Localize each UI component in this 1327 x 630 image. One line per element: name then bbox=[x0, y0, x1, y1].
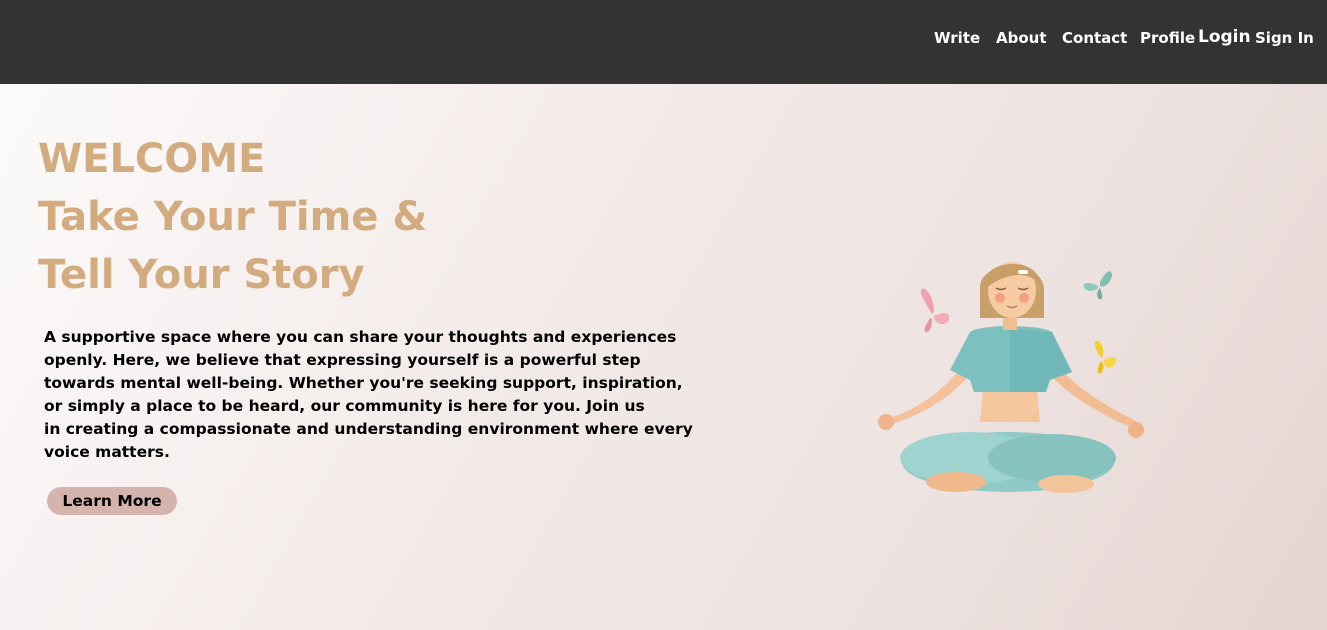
butterfly-green-icon bbox=[1083, 271, 1112, 300]
top-navbar: Write About Contact Profile Login Sign I… bbox=[0, 0, 1327, 84]
nav-link-sign-in[interactable]: Sign In bbox=[1255, 29, 1314, 47]
meditating-woman-illustration bbox=[878, 262, 1144, 493]
hero-description-line: towards mental well-being. Whether you'r… bbox=[44, 374, 683, 392]
nav-links: Write About Contact Profile Login Sign I… bbox=[0, 0, 1327, 76]
hero-description-line: in creating a compassionate and understa… bbox=[44, 420, 693, 438]
hero-headline-line-2: Take Your Time & bbox=[38, 194, 428, 240]
nav-link-write[interactable]: Write bbox=[934, 29, 980, 47]
hero-headline-welcome: WELCOME bbox=[38, 136, 266, 182]
hero-description-line: or simply a place to be heard, our commu… bbox=[44, 397, 645, 415]
hero-headline-line-3: Tell Your Story bbox=[38, 252, 365, 298]
nav-link-profile[interactable]: Profile bbox=[1140, 29, 1195, 47]
nav-link-contact[interactable]: Contact bbox=[1062, 29, 1127, 47]
nav-link-about[interactable]: About bbox=[996, 29, 1047, 47]
butterfly-yellow-icon bbox=[1094, 340, 1117, 374]
learn-more-button[interactable]: Learn More bbox=[47, 487, 177, 515]
hero-description-line: A supportive space where you can share y… bbox=[44, 328, 677, 346]
hero-description-line: openly. Here, we believe that expressing… bbox=[44, 351, 641, 369]
hero-section: WELCOME Take Your Time & Tell Your Story… bbox=[0, 84, 1327, 630]
nav-link-login[interactable]: Login bbox=[1198, 28, 1251, 46]
butterfly-pink-icon bbox=[920, 288, 950, 332]
hero-description: A supportive space where you can share y… bbox=[44, 326, 693, 464]
hero-description-line: voice matters. bbox=[44, 443, 170, 461]
